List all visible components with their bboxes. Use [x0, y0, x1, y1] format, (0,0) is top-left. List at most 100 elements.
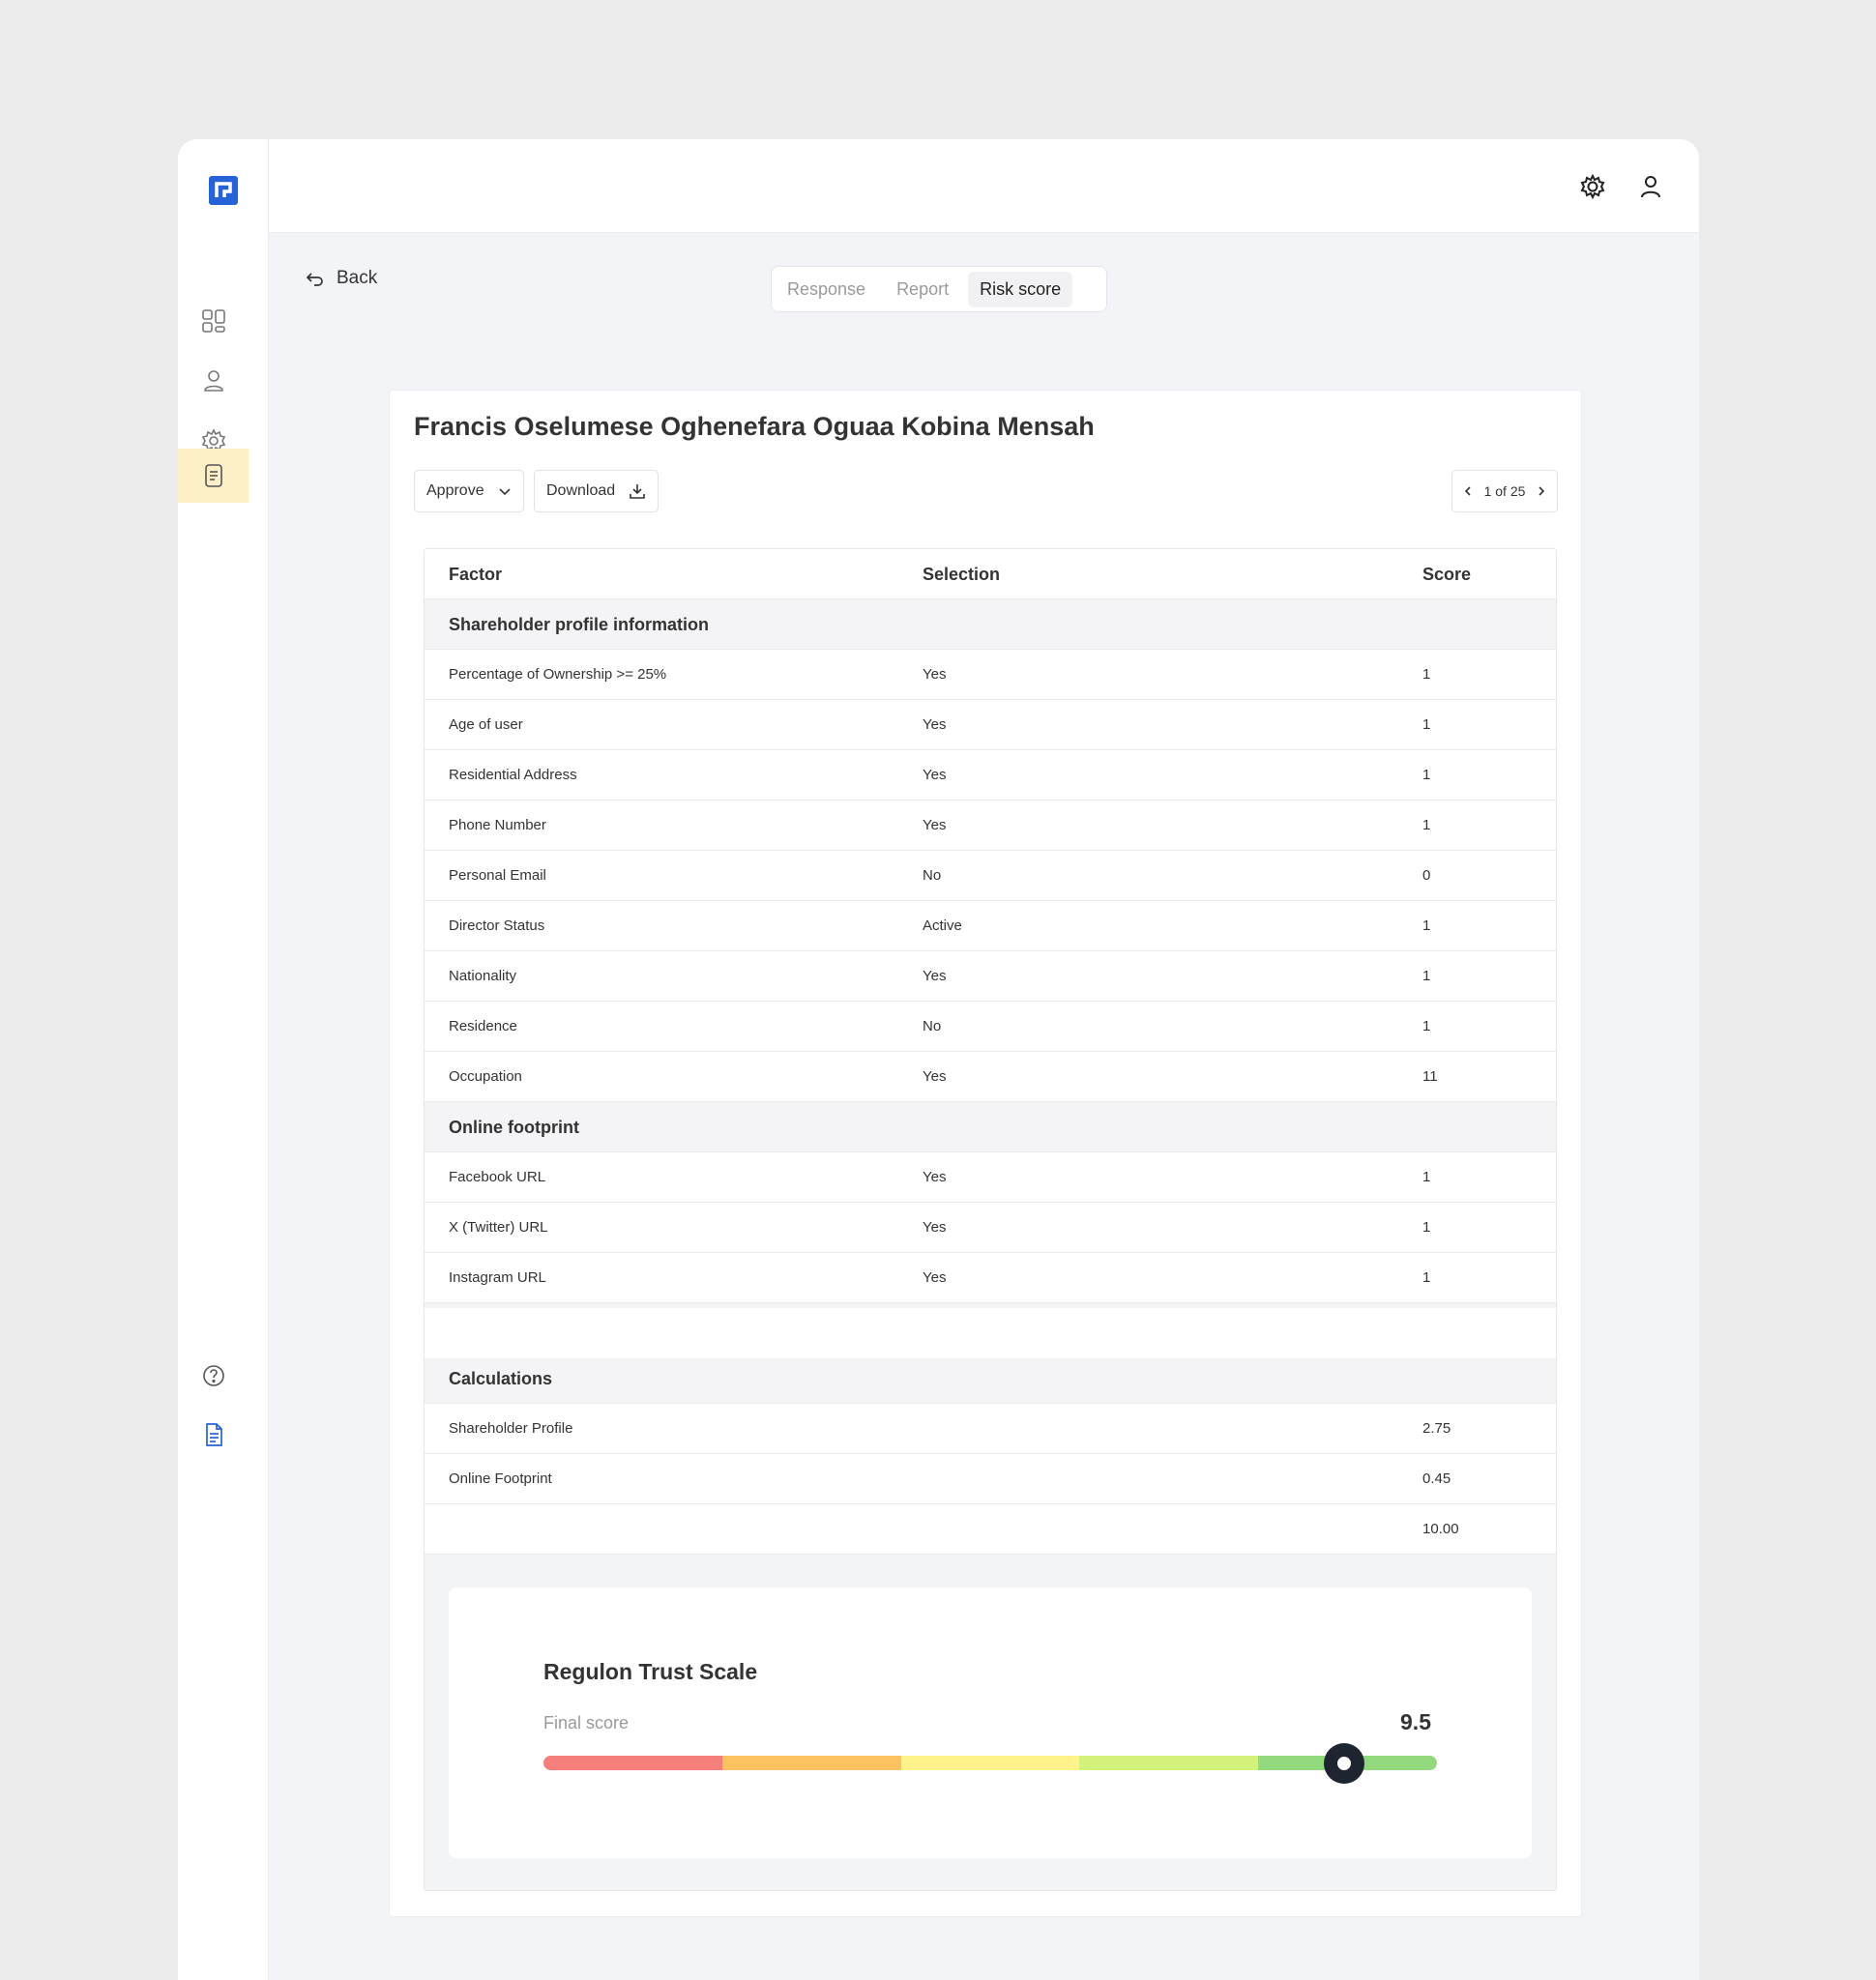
- cell-score: 1: [1422, 1219, 1431, 1236]
- back-button[interactable]: Back: [304, 268, 377, 289]
- section-header: Online footprint: [425, 1102, 1556, 1152]
- cell-factor: Residence: [449, 1018, 517, 1034]
- download-button[interactable]: Download: [534, 470, 660, 512]
- cell-factor: Instagram URL: [449, 1269, 546, 1286]
- cell-selection: Yes: [923, 1269, 947, 1286]
- cell-score: 1: [1422, 968, 1431, 984]
- cell-factor: Personal Email: [449, 867, 546, 884]
- table-row: Nationality Yes 1: [425, 951, 1556, 1002]
- cell-factor: Phone Number: [449, 817, 546, 833]
- pagination: 1 of 25: [1451, 470, 1558, 512]
- cell-selection: Yes: [923, 1068, 947, 1085]
- chevron-right-icon[interactable]: [1536, 485, 1547, 497]
- dashboard-icon: [201, 309, 225, 333]
- cell-score: 1: [1422, 716, 1431, 733]
- tab-response[interactable]: Response: [776, 272, 877, 307]
- cell-factor: Nationality: [449, 968, 517, 984]
- main-content: Back Response Report Risk score Francis …: [269, 233, 1699, 1980]
- cell-factor: Residential Address: [449, 767, 577, 783]
- cell-score: 1: [1422, 767, 1431, 783]
- download-label: Download: [546, 482, 616, 499]
- table-row: Personal Email No 0: [425, 851, 1556, 901]
- tab-report[interactable]: Report: [885, 272, 960, 307]
- section-title: Shareholder profile information: [449, 615, 710, 634]
- back-label: Back: [337, 268, 378, 288]
- approve-dropdown[interactable]: Approve: [414, 470, 524, 512]
- sidebar: [178, 139, 269, 1980]
- cell-selection: Yes: [923, 716, 947, 733]
- chevron-down-icon: [499, 488, 511, 496]
- header-score: Score: [1422, 565, 1472, 584]
- cell-score: 11: [1422, 1068, 1438, 1085]
- trust-scale-slider-handle[interactable]: [1324, 1743, 1365, 1784]
- scale-segment: [721, 1756, 901, 1770]
- calculation-row: Online Footprint 0.45: [425, 1454, 1556, 1504]
- table-row: Phone Number Yes 1: [425, 801, 1556, 851]
- cell-factor: Occupation: [449, 1068, 522, 1085]
- trust-scale-title: Regulon Trust Scale: [543, 1659, 758, 1684]
- chevron-left-icon[interactable]: [1462, 485, 1474, 497]
- cell-factor: Percentage of Ownership >= 25%: [449, 666, 667, 683]
- cell-factor: Age of user: [449, 716, 523, 733]
- scale-segment: [543, 1756, 722, 1770]
- table-row: X (Twitter) URL Yes 1: [425, 1203, 1556, 1253]
- cell-score: 2.75: [1422, 1420, 1451, 1437]
- sidebar-item-dashboard[interactable]: [178, 294, 249, 348]
- cell-selection: Yes: [923, 968, 947, 984]
- file-icon: [205, 1423, 222, 1446]
- scale-segment: [900, 1756, 1080, 1770]
- cell-factor: Director Status: [449, 917, 545, 934]
- header-factor: Factor: [449, 565, 503, 584]
- table-spacer: [425, 1308, 1556, 1358]
- final-score-label: Final score: [543, 1713, 630, 1732]
- cell-score: 1: [1422, 1018, 1431, 1034]
- cell-selection: No: [923, 867, 942, 884]
- cell-selection: Yes: [923, 1219, 947, 1236]
- table-row: Director Status Active 1: [425, 901, 1556, 951]
- cell-score: 10.00: [1422, 1521, 1459, 1537]
- app-window: Back Response Report Risk score Francis …: [178, 139, 1699, 1980]
- tab-risk-score[interactable]: Risk score: [968, 271, 1073, 307]
- cell-score: 1: [1422, 1169, 1431, 1185]
- download-icon: [630, 484, 645, 499]
- help-icon: [202, 1365, 224, 1386]
- logo-icon[interactable]: [209, 176, 238, 205]
- gear-icon[interactable]: [1578, 172, 1607, 201]
- cell-score: 1: [1422, 666, 1431, 683]
- cell-selection: Yes: [923, 817, 947, 833]
- tab-bar: Response Report Risk score: [771, 266, 1107, 312]
- cell-factor: X (Twitter) URL: [449, 1219, 548, 1236]
- section-title: Online footprint: [449, 1118, 579, 1137]
- cell-factor: Shareholder Profile: [449, 1420, 573, 1437]
- cell-score: 0: [1422, 867, 1431, 884]
- return-arrow-icon: [306, 273, 323, 286]
- cell-factor: Facebook URL: [449, 1169, 546, 1185]
- sidebar-item-docs[interactable]: [178, 1408, 249, 1462]
- table-row: Facebook URL Yes 1: [425, 1152, 1556, 1203]
- table-row: Percentage of Ownership >= 25% Yes 1: [425, 650, 1556, 700]
- sidebar-item-users[interactable]: [178, 354, 249, 408]
- cell-score: 1: [1422, 917, 1431, 934]
- table-header: Factor Selection Score: [425, 549, 1556, 599]
- table-row: Residence No 1: [425, 1002, 1556, 1052]
- trust-scale-panel: Regulon Trust Scale Final score 9.5: [449, 1587, 1532, 1858]
- user-icon[interactable]: [1636, 172, 1665, 201]
- final-score-value: 9.5: [1400, 1709, 1431, 1734]
- user-icon: [203, 370, 223, 392]
- sidebar-item-reports[interactable]: [178, 449, 249, 503]
- section-title: Calculations: [449, 1369, 553, 1388]
- scale-segment: [1079, 1756, 1259, 1770]
- table-row: Age of user Yes 1: [425, 700, 1556, 750]
- sidebar-item-help[interactable]: [178, 1349, 249, 1403]
- cell-score: 1: [1422, 1269, 1431, 1286]
- cell-score: 0.45: [1422, 1470, 1451, 1487]
- approve-label: Approve: [426, 482, 484, 499]
- calculation-row: 10.00: [425, 1504, 1556, 1555]
- page-title: Francis Oselumese Oghenefara Oguaa Kobin…: [414, 412, 1095, 441]
- document-icon: [204, 464, 222, 487]
- risk-score-table: Factor Selection Score Shareholder profi…: [424, 548, 1557, 1891]
- section-header: Shareholder profile information: [425, 599, 1556, 650]
- risk-score-card: Francis Oselumese Oghenefara Oguaa Kobin…: [389, 390, 1582, 1917]
- trust-scale-bar: [543, 1756, 1437, 1770]
- header-selection: Selection: [923, 565, 1001, 584]
